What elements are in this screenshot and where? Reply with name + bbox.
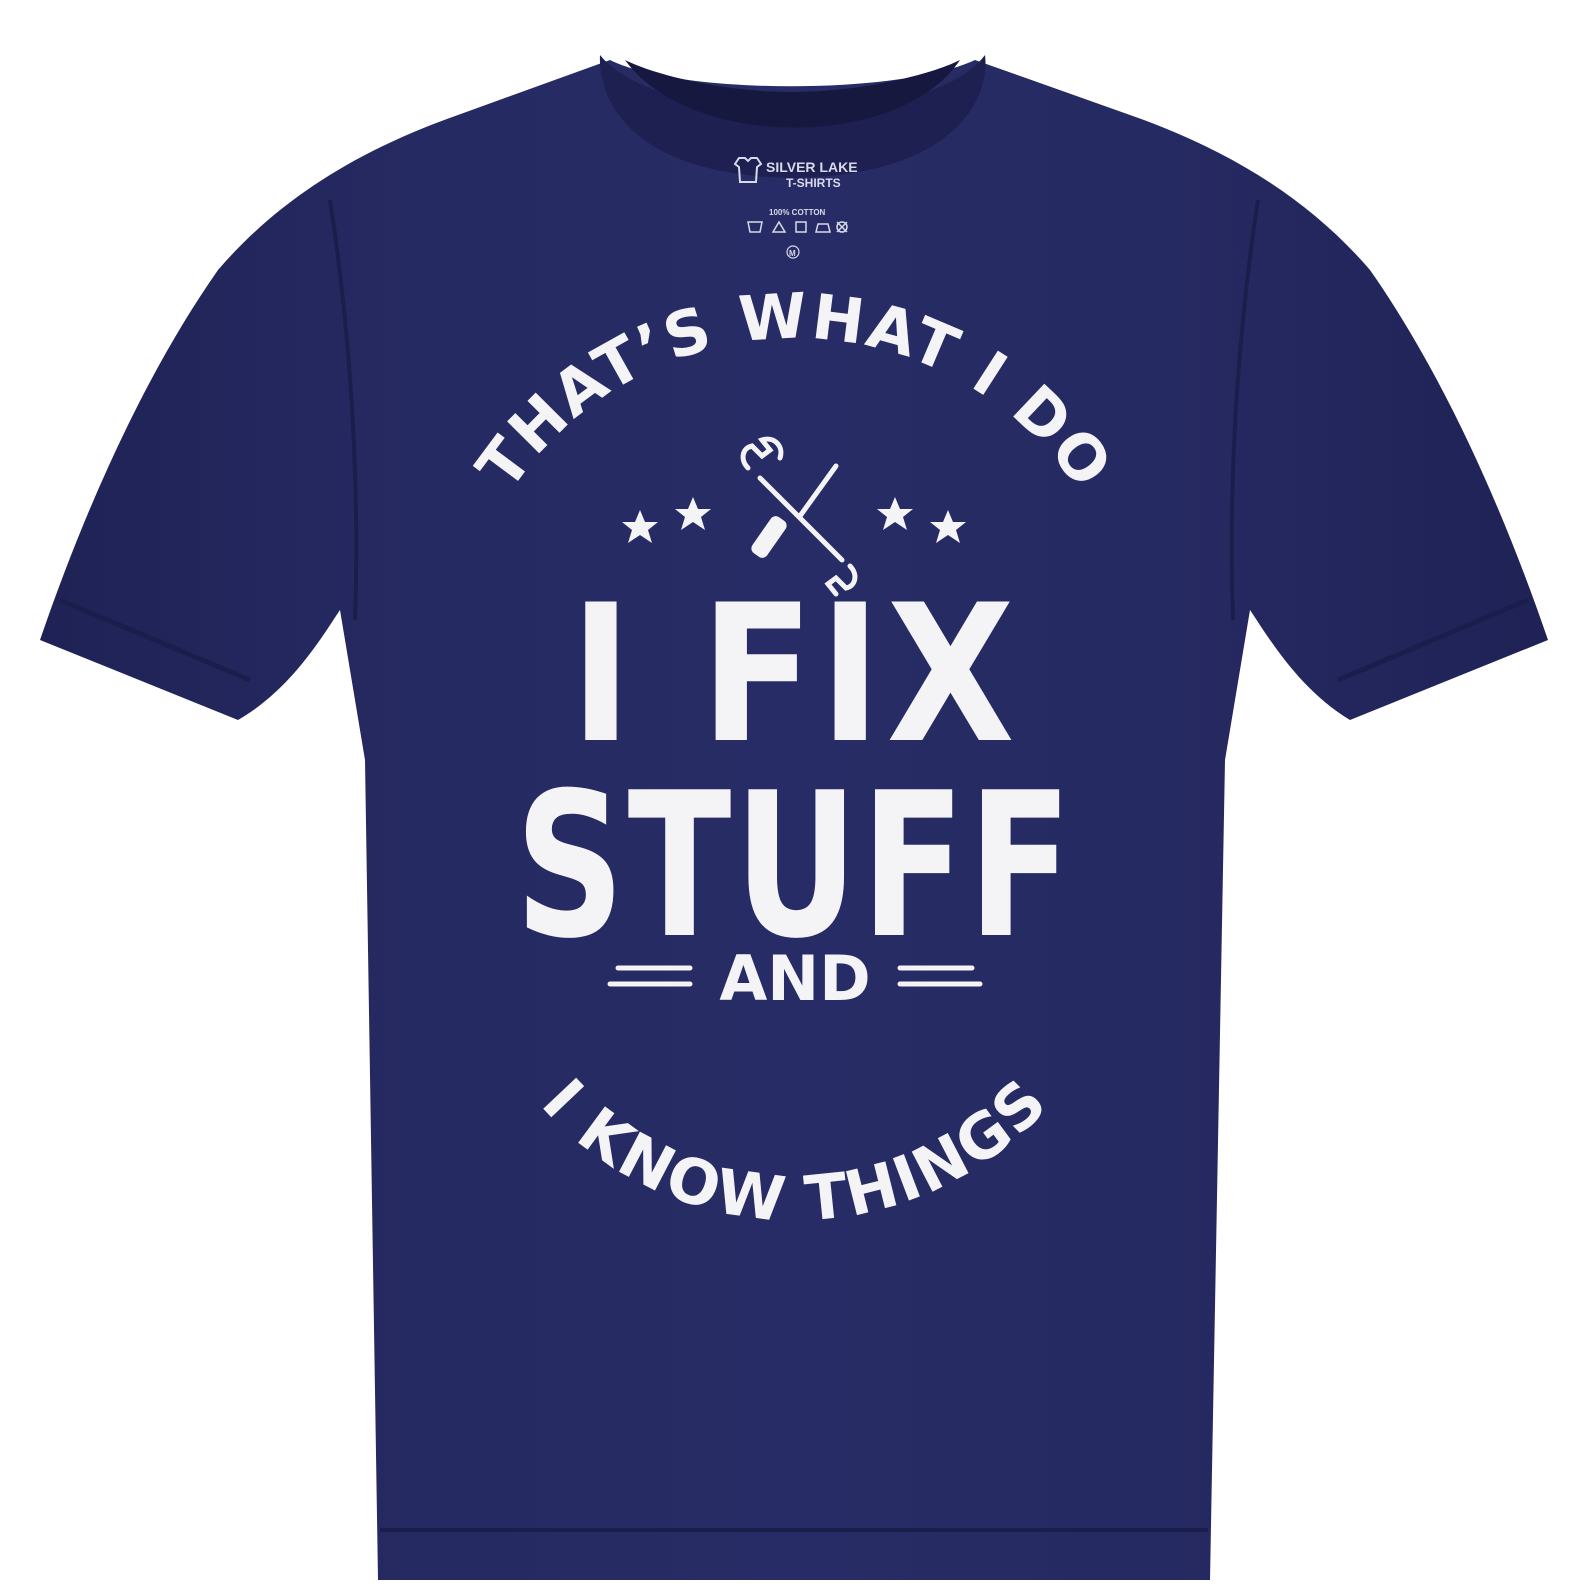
print-line-3: AND bbox=[719, 942, 870, 1015]
product-photo: SILVER LAKE T-SHIRTS 100% COTTON M THAT’… bbox=[0, 0, 1588, 1588]
material-text: 100% COTTON bbox=[769, 208, 826, 217]
t-shirt: SILVER LAKE T-SHIRTS 100% COTTON M THAT’… bbox=[40, 55, 1548, 1580]
brand-name: SILVER LAKE bbox=[766, 159, 858, 175]
brand-subtitle: T-SHIRTS bbox=[786, 176, 841, 190]
size-text: M bbox=[789, 249, 796, 258]
